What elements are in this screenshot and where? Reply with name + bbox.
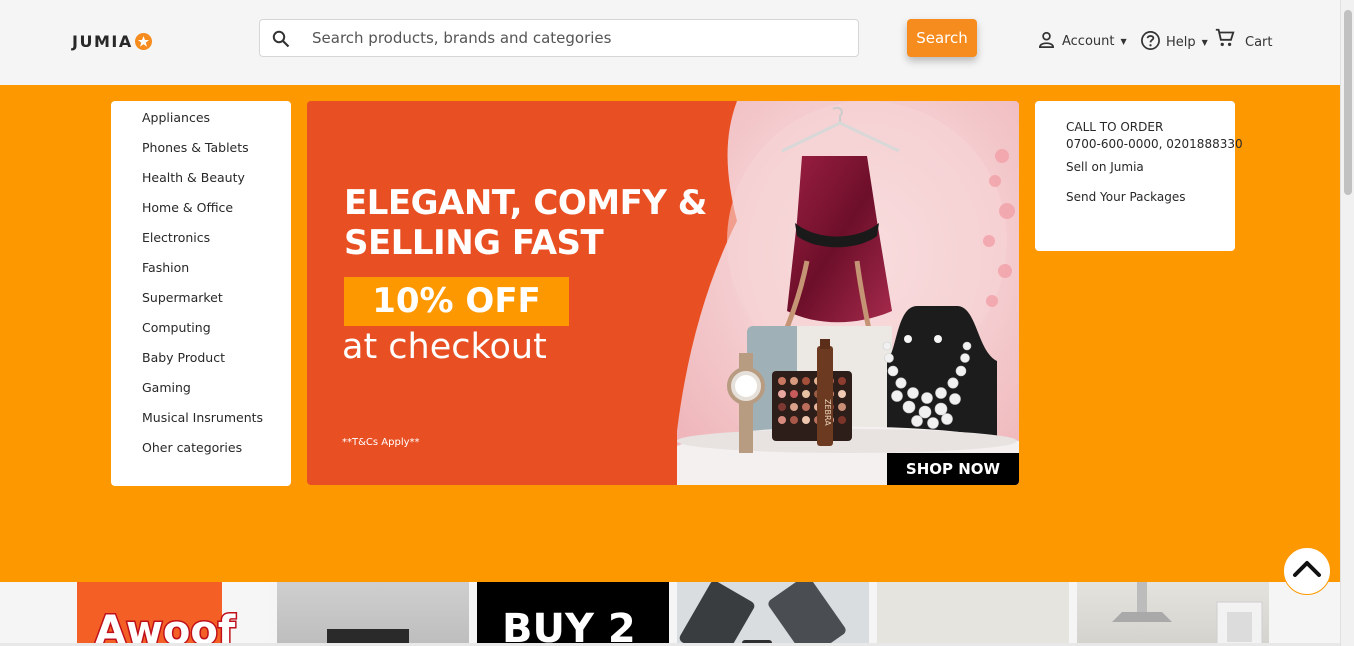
scrollbar[interactable] bbox=[1340, 0, 1354, 646]
category-item[interactable]: Oher categories bbox=[142, 440, 242, 455]
banner-product-image: ZEBRA bbox=[677, 101, 1019, 485]
header: JUMIA Search Account ▼ Help ▼ Cart bbox=[0, 0, 1340, 85]
logo-star-icon bbox=[134, 33, 152, 50]
scrollbar-thumb[interactable] bbox=[1344, 10, 1352, 195]
chevron-down-icon: ▼ bbox=[1201, 38, 1208, 47]
category-item[interactable]: Computing bbox=[142, 320, 211, 335]
category-item[interactable]: Phones & Tablets bbox=[142, 140, 249, 155]
call-to-order-phones: 0700-600-0000, 0201888330 bbox=[1066, 137, 1243, 151]
search-button[interactable]: Search bbox=[907, 19, 977, 57]
promo-tile-appliances[interactable] bbox=[1077, 582, 1269, 646]
appliances-tile-image bbox=[1112, 582, 1263, 646]
chevron-up-icon bbox=[1292, 559, 1322, 584]
help-label: Help bbox=[1166, 35, 1196, 50]
category-item[interactable]: Fashion bbox=[142, 260, 189, 275]
cart-link[interactable]: Cart bbox=[1214, 27, 1273, 53]
account-label: Account bbox=[1062, 34, 1115, 49]
shop-now-button[interactable]: SHOP NOW bbox=[887, 453, 1019, 485]
scroll-to-top-button[interactable] bbox=[1283, 547, 1331, 595]
category-menu: Appliances Phones & Tablets Health & Bea… bbox=[111, 101, 291, 486]
category-item[interactable]: Health & Beauty bbox=[142, 170, 245, 185]
category-item[interactable]: Musical Insruments bbox=[142, 410, 263, 425]
banner-terms: **T&Cs Apply** bbox=[342, 437, 420, 448]
promo-tile-tv[interactable] bbox=[277, 582, 469, 646]
mascara-label: ZEBRA bbox=[823, 399, 832, 426]
help-menu[interactable]: Help ▼ bbox=[1140, 30, 1208, 55]
awoof-tile-text: Awoof bbox=[95, 608, 236, 646]
promo-tile-buy2[interactable]: BUY 2 bbox=[477, 582, 669, 646]
help-icon bbox=[1140, 30, 1161, 55]
chevron-down-icon: ▼ bbox=[1120, 37, 1127, 46]
tv-tile-image bbox=[327, 629, 409, 646]
call-to-order-title: CALL TO ORDER bbox=[1066, 120, 1164, 134]
promo-tile-phones[interactable] bbox=[677, 582, 869, 646]
promo-tile-blank[interactable] bbox=[877, 582, 1069, 646]
category-item[interactable]: Supermarket bbox=[142, 290, 223, 305]
account-menu[interactable]: Account ▼ bbox=[1037, 30, 1127, 53]
promo-banner[interactable]: ZEBRA ELEGANT, COMFY & SELLING FAST 10% … bbox=[307, 101, 1019, 485]
logo-text: JUMIA bbox=[72, 32, 133, 51]
sell-on-jumia-link[interactable]: Sell on Jumia bbox=[1066, 160, 1144, 174]
awoof-tile-image: Awoof bbox=[77, 582, 269, 646]
banner-subtitle: at checkout bbox=[342, 327, 547, 367]
banner-title-line1: ELEGANT, COMFY & bbox=[344, 183, 707, 223]
buy2-tile-text: BUY 2 bbox=[502, 606, 636, 646]
phones-tile-image bbox=[679, 582, 846, 646]
send-packages-link[interactable]: Send Your Packages bbox=[1066, 190, 1185, 204]
cart-label: Cart bbox=[1245, 35, 1273, 50]
user-icon bbox=[1037, 30, 1056, 53]
cart-icon bbox=[1214, 27, 1236, 53]
info-panel: CALL TO ORDER 0700-600-0000, 0201888330 … bbox=[1035, 101, 1243, 251]
banner-title-line2: SELLING FAST bbox=[344, 223, 604, 263]
search-input[interactable] bbox=[312, 20, 852, 56]
banner-offer: 10% OFF bbox=[344, 277, 569, 326]
banner-title: ELEGANT, COMFY & SELLING FAST bbox=[344, 183, 707, 263]
category-item[interactable]: Home & Office bbox=[142, 200, 233, 215]
search-icon bbox=[272, 30, 290, 53]
category-item[interactable]: Appliances bbox=[142, 110, 210, 125]
search-box bbox=[259, 19, 859, 57]
jumia-logo[interactable]: JUMIA bbox=[72, 32, 152, 51]
category-item[interactable]: Gaming bbox=[142, 380, 191, 395]
category-item[interactable]: Electronics bbox=[142, 230, 210, 245]
category-item[interactable]: Baby Product bbox=[142, 350, 225, 365]
promo-tile-awoof[interactable]: Awoof bbox=[77, 582, 269, 646]
